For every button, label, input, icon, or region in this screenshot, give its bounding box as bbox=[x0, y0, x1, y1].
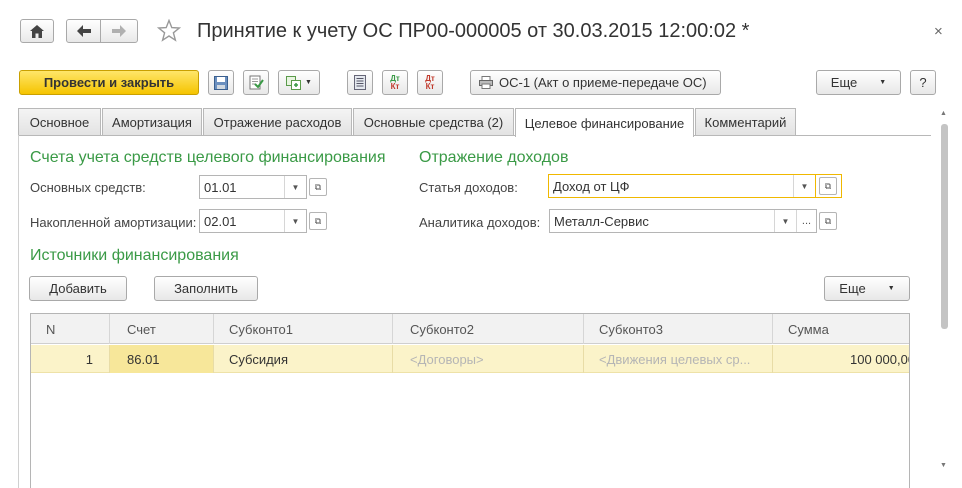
depreciation-account-value: 02.01 bbox=[204, 213, 237, 229]
add-button[interactable]: Добавить bbox=[29, 276, 127, 301]
tab-panel-left-border bbox=[18, 135, 19, 488]
income-item-value: Доход от ЦФ bbox=[553, 178, 630, 194]
chevron-down-icon[interactable]: ▼ bbox=[793, 175, 815, 197]
scroll-down-icon[interactable]: ▼ bbox=[940, 462, 947, 469]
column-header-account[interactable]: Счет bbox=[110, 314, 214, 344]
column-header-subconto3[interactable]: Субконто3 bbox=[584, 314, 773, 344]
open-icon[interactable]: ⧉ bbox=[819, 177, 837, 195]
depreciation-label: Накопленной амортизации: bbox=[30, 215, 197, 230]
fixed-assets-label: Основных средств: bbox=[30, 180, 146, 195]
chevron-down-icon[interactable]: ▼ bbox=[284, 176, 306, 198]
tab-target-financing[interactable]: Целевое финансирование bbox=[515, 108, 694, 137]
column-header-subconto2[interactable]: Субконто2 bbox=[393, 314, 584, 344]
fill-button[interactable]: Заполнить bbox=[154, 276, 258, 301]
tab-main[interactable]: Основное bbox=[18, 108, 101, 136]
table-more-button[interactable]: Еще ▼ bbox=[824, 276, 910, 301]
dt-kt-icon: Дт Кт bbox=[390, 73, 400, 91]
home-button[interactable] bbox=[20, 19, 54, 43]
report-button[interactable] bbox=[347, 70, 373, 95]
cell-n[interactable]: 1 bbox=[31, 345, 110, 373]
income-item-field[interactable]: Доход от ЦФ ▼ bbox=[548, 174, 816, 198]
post-and-close-button[interactable]: Провести и закрыть bbox=[19, 70, 199, 95]
income-analytics-value: Металл-Сервис bbox=[554, 213, 649, 229]
post-document-icon bbox=[249, 75, 264, 90]
arrow-left-icon bbox=[76, 25, 91, 37]
page-title: Принятие к учету ОС ПР00-000005 от 30.03… bbox=[197, 20, 750, 42]
income-analytics-label: Аналитика доходов: bbox=[419, 215, 541, 230]
back-button[interactable] bbox=[66, 19, 101, 43]
chevron-down-icon: ▼ bbox=[887, 285, 895, 292]
financing-sources-title: Источники финансирования bbox=[30, 247, 239, 264]
dt-kt-movements-button[interactable]: Дт Кт bbox=[382, 70, 408, 95]
fixed-assets-account-value: 01.01 bbox=[204, 179, 237, 195]
open-icon[interactable]: ⧉ bbox=[309, 212, 327, 230]
fixed-assets-account-field[interactable]: 01.01 ▼ bbox=[199, 175, 307, 199]
tab-depreciation[interactable]: Амортизация bbox=[102, 108, 202, 136]
column-header-subconto1[interactable]: Субконто1 bbox=[214, 314, 393, 344]
cell-subconto1[interactable]: Субсидия bbox=[214, 345, 393, 373]
arrow-right-icon bbox=[112, 25, 126, 37]
create-based-on-icon bbox=[286, 75, 302, 90]
create-based-on-button[interactable]: ▼ bbox=[278, 70, 320, 95]
tab-expense-reflection[interactable]: Отражение расходов bbox=[203, 108, 352, 136]
floppy-icon bbox=[214, 75, 228, 90]
favorite-star-button[interactable] bbox=[157, 19, 183, 45]
income-analytics-field[interactable]: Металл-Сервис ▼ ... bbox=[549, 209, 817, 233]
chevron-down-icon: ▼ bbox=[305, 79, 312, 86]
home-icon bbox=[30, 24, 44, 38]
cell-subconto2[interactable]: <Договоры> bbox=[393, 345, 584, 373]
close-icon[interactable]: × bbox=[934, 23, 943, 40]
save-button[interactable] bbox=[208, 70, 234, 95]
chevron-down-icon[interactable]: ▼ bbox=[774, 210, 796, 232]
dt-kt-report-icon: Дт Кт bbox=[425, 73, 435, 91]
cell-subconto3[interactable]: <Движения целевых ср... bbox=[584, 345, 773, 373]
star-icon bbox=[157, 19, 183, 43]
tab-fixed-assets[interactable]: Основные средства (2) bbox=[353, 108, 514, 136]
chevron-down-icon: ▼ bbox=[879, 79, 887, 86]
column-header-amount[interactable]: Сумма bbox=[773, 314, 909, 344]
scrollbar-thumb[interactable] bbox=[941, 124, 948, 329]
depreciation-account-field[interactable]: 02.01 ▼ bbox=[199, 209, 307, 233]
print-label: ОС-1 (Акт о приеме-передаче ОС) bbox=[499, 75, 707, 90]
active-tab-gap bbox=[516, 135, 693, 136]
select-ellipsis-button[interactable]: ... bbox=[796, 210, 816, 232]
dt-kt-report-button[interactable]: Дт Кт bbox=[417, 70, 443, 95]
help-button[interactable]: ? bbox=[910, 70, 936, 95]
open-icon[interactable]: ⧉ bbox=[309, 178, 327, 196]
post-button[interactable] bbox=[243, 70, 269, 95]
open-icon[interactable]: ⧉ bbox=[819, 212, 837, 230]
tab-panel-border bbox=[18, 135, 931, 136]
income-item-label: Статья доходов: bbox=[419, 180, 518, 195]
cell-account[interactable]: 86.01 bbox=[110, 345, 214, 373]
table-row[interactable]: 1 86.01 Субсидия <Договоры> <Движения це… bbox=[31, 345, 909, 373]
chevron-down-icon[interactable]: ▼ bbox=[284, 210, 306, 232]
scroll-up-icon[interactable]: ▲ bbox=[940, 110, 947, 117]
forward-button[interactable] bbox=[100, 19, 138, 43]
printer-icon bbox=[479, 76, 493, 89]
table-header: N Счет Субконто1 Субконто2 Субконто3 Сум… bbox=[31, 314, 909, 344]
document-list-icon bbox=[354, 75, 366, 90]
print-os1-button[interactable]: ОС-1 (Акт о приеме-передаче ОС) bbox=[470, 70, 721, 95]
cell-amount[interactable]: 100 000,00 bbox=[773, 345, 909, 373]
financing-sources-table[interactable]: N Счет Субконто1 Субконто2 Субконто3 Сум… bbox=[30, 313, 910, 488]
target-financing-accounts-title: Счета учета средств целевого финансирова… bbox=[30, 149, 386, 166]
income-reflection-title: Отражение доходов bbox=[419, 149, 569, 166]
more-button[interactable]: Еще ▼ bbox=[816, 70, 901, 95]
column-header-n[interactable]: N bbox=[31, 314, 110, 344]
tab-comment[interactable]: Комментарий bbox=[695, 108, 796, 136]
